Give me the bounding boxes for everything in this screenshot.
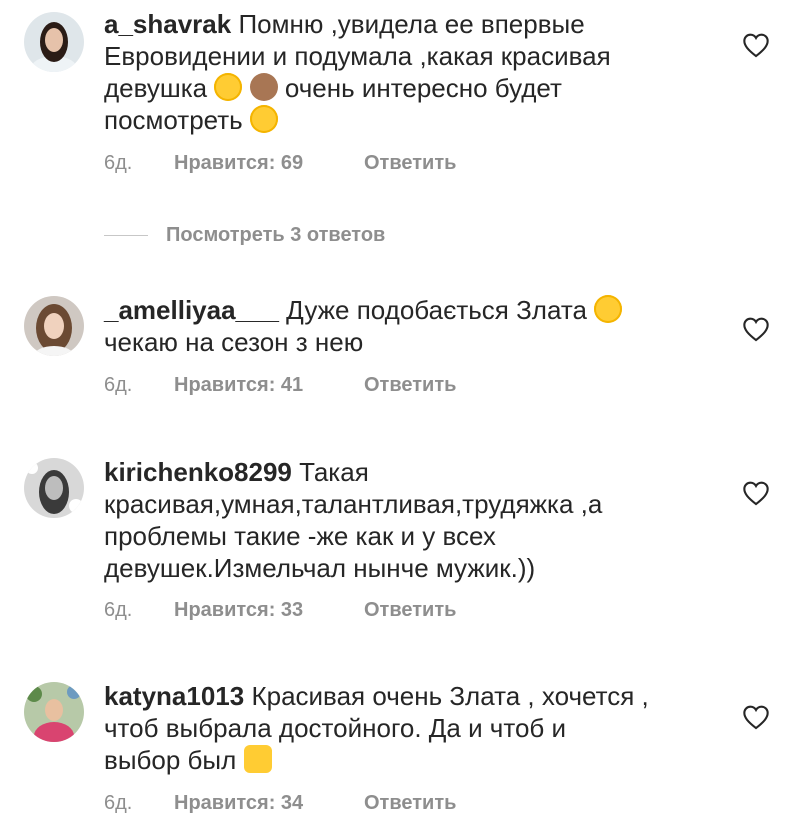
replies-divider: [104, 235, 148, 236]
reply-button[interactable]: Ответить: [364, 152, 456, 175]
avatar[interactable]: [24, 296, 84, 356]
comment-username[interactable]: kirichenko8299: [104, 457, 292, 487]
heart-eyes-emoji: [594, 295, 623, 323]
like-heart-icon[interactable]: [742, 704, 770, 730]
like-heart-icon[interactable]: [742, 316, 770, 342]
comment-username[interactable]: _amelliyaa___: [104, 295, 279, 325]
view-replies-button[interactable]: Посмотреть 3 ответов: [104, 224, 385, 247]
comment-text: katyna1013 Красивая очень Злата , хочетс…: [104, 681, 649, 775]
see-no-evil-monkey-emoji: [249, 73, 278, 101]
reply-button[interactable]: Ответить: [364, 792, 456, 815]
heart-eyes-emoji: [214, 73, 243, 101]
comment-time: 6д.: [104, 374, 133, 396]
comment-likes[interactable]: Нравится: 41: [174, 374, 364, 397]
reply-button[interactable]: Ответить: [364, 374, 456, 397]
comment-username[interactable]: katyna1013: [104, 681, 244, 711]
comment-likes[interactable]: Нравится: 34: [174, 792, 364, 815]
avatar[interactable]: [24, 682, 84, 742]
comment-time: 6д.: [104, 792, 133, 814]
smiling-face-emoji: [249, 105, 278, 133]
comment-text: kirichenko8299 Такая красивая,умная,тала…: [104, 457, 603, 583]
comment-time: 6д.: [104, 599, 133, 621]
comment-username[interactable]: a_shavrak: [104, 9, 231, 39]
avatar[interactable]: [24, 12, 84, 72]
comment-text: a_shavrak Помню ,увидела ее впервые Евро…: [104, 9, 611, 135]
comment-likes[interactable]: Нравится: 33: [174, 599, 364, 622]
reply-button[interactable]: Ответить: [364, 599, 456, 622]
raising-hands-emoji: [243, 745, 272, 773]
comment-time: 6д.: [104, 152, 133, 174]
like-heart-icon[interactable]: [742, 32, 770, 58]
avatar[interactable]: [24, 458, 84, 518]
like-heart-icon[interactable]: [742, 480, 770, 506]
comment-text: _amelliyaa___ Дуже подобається Злата чек…: [104, 294, 704, 358]
comment-likes[interactable]: Нравится: 69: [174, 152, 364, 175]
